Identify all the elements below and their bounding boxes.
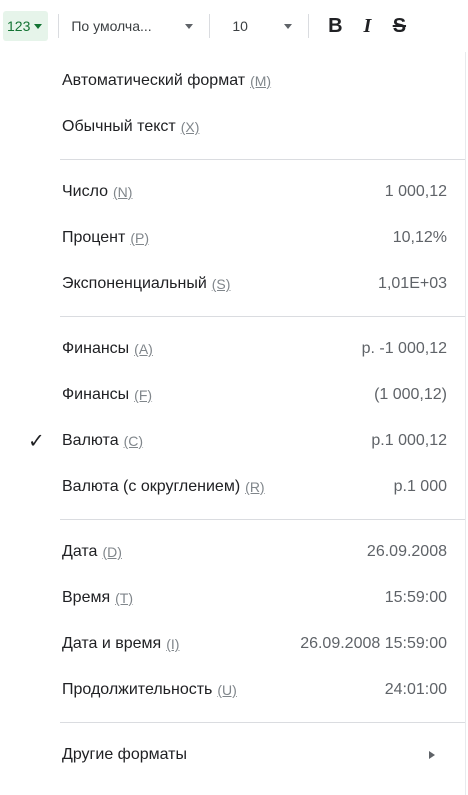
menu-item-label: Экспоненциальный — [62, 275, 207, 292]
menu-item-currency[interactable]: ✓ Валюта (C) р.1 000,12 — [0, 418, 465, 464]
menu-item-percent[interactable]: Процент (P) 10,12% — [0, 215, 465, 261]
menu-item-financial[interactable]: Финансы (F) (1 000,12) — [0, 372, 465, 418]
menu-item-label: Валюта — [62, 432, 119, 449]
shortcut-key: (X) — [180, 119, 200, 135]
font-family-select[interactable]: По умолча... — [69, 18, 199, 34]
toolbar: 123 По умолча... 10 B I S — [0, 0, 468, 52]
menu-item-label: Валюта (с округлением) — [62, 478, 241, 495]
format-example: 24:01:00 — [384, 681, 447, 698]
menu-item-label: Дата и время — [62, 635, 162, 652]
menu-item-label: Автоматический формат — [62, 72, 246, 89]
menu-item-date[interactable]: Дата (D) 26.09.2008 — [0, 529, 465, 575]
menu-divider — [60, 316, 465, 317]
font-size-select[interactable]: 10 — [220, 18, 298, 34]
bold-button[interactable]: B — [319, 10, 351, 42]
strikethrough-button[interactable]: S — [383, 10, 415, 42]
format-example: р.1 000 — [393, 478, 447, 495]
menu-item-automatic[interactable]: Автоматический формат (M) — [0, 58, 465, 104]
shortcut-key: (D) — [102, 544, 122, 560]
menu-item-label: Дата — [62, 543, 98, 560]
menu-item-label: Другие форматы — [62, 746, 188, 763]
menu-item-date-time[interactable]: Дата и время (I) 26.09.2008 15:59:00 — [0, 621, 465, 667]
menu-item-time[interactable]: Время (T) 15:59:00 — [0, 575, 465, 621]
triangle-right-icon — [429, 751, 435, 759]
menu-item-scientific[interactable]: Экспоненциальный (S) 1,01E+03 — [0, 261, 465, 307]
italic-button[interactable]: I — [351, 10, 383, 42]
chevron-down-icon — [34, 23, 43, 29]
menu-divider — [60, 519, 465, 520]
shortcut-key: (U) — [217, 682, 237, 698]
number-format-button[interactable]: 123 — [3, 11, 49, 41]
format-example: 26.09.2008 — [366, 543, 447, 560]
chevron-down-icon — [185, 23, 194, 29]
checkmark-icon: ✓ — [28, 430, 45, 453]
menu-item-label: Число — [62, 183, 109, 200]
format-example: 26.09.2008 15:59:00 — [300, 635, 447, 652]
font-family-label: По умолча... — [71, 18, 152, 34]
menu-item-duration[interactable]: Продолжительность (U) 24:01:00 — [0, 667, 465, 713]
format-example: 1 000,12 — [384, 183, 447, 200]
italic-icon: I — [363, 14, 372, 37]
menu-divider — [60, 159, 465, 160]
format-example: (1 000,12) — [374, 386, 447, 403]
bold-icon: B — [328, 14, 343, 37]
number-format-menu: Автоматический формат (M) Обычный текст … — [0, 52, 466, 795]
shortcut-key: (I) — [166, 636, 180, 652]
menu-item-label: Продолжительность — [62, 681, 213, 698]
font-size-label: 10 — [232, 18, 248, 34]
shortcut-key: (F) — [134, 387, 153, 403]
menu-item-plain-text[interactable]: Обычный текст (X) — [0, 104, 465, 150]
shortcut-key: (P) — [130, 230, 150, 246]
menu-item-number[interactable]: Число (N) 1 000,12 — [0, 169, 465, 215]
format-example: 10,12% — [392, 229, 447, 246]
toolbar-divider — [58, 14, 60, 38]
menu-item-label: Обычный текст — [62, 118, 176, 135]
menu-item-accounting[interactable]: Финансы (A) р. -1 000,12 — [0, 326, 465, 372]
format-example: р. -1 000,12 — [361, 340, 447, 357]
shortcut-key: (A) — [134, 341, 153, 357]
format-example: р.1 000,12 — [371, 432, 447, 449]
toolbar-divider — [209, 14, 211, 38]
number-format-label: 123 — [7, 18, 31, 34]
menu-item-label: Время — [62, 589, 111, 606]
shortcut-key: (T) — [115, 590, 134, 606]
format-example: 15:59:00 — [384, 589, 447, 606]
menu-item-label: Процент — [62, 229, 126, 246]
shortcut-key: (C) — [123, 433, 144, 449]
format-example: 1,01E+03 — [378, 275, 447, 292]
strikethrough-icon: S — [392, 14, 407, 37]
toolbar-divider — [308, 14, 310, 38]
shortcut-key: (S) — [211, 276, 231, 292]
menu-item-label: Финансы — [62, 340, 130, 357]
menu-divider — [60, 722, 465, 723]
chevron-down-icon — [284, 23, 293, 29]
menu-item-label: Финансы — [62, 386, 130, 403]
shortcut-key: (M) — [250, 73, 272, 89]
shortcut-key: (R) — [245, 479, 265, 495]
menu-item-more-formats[interactable]: Другие форматы — [0, 732, 465, 778]
menu-item-currency-rounded[interactable]: Валюта (с округлением) (R) р.1 000 — [0, 464, 465, 510]
shortcut-key: (N) — [113, 184, 133, 200]
